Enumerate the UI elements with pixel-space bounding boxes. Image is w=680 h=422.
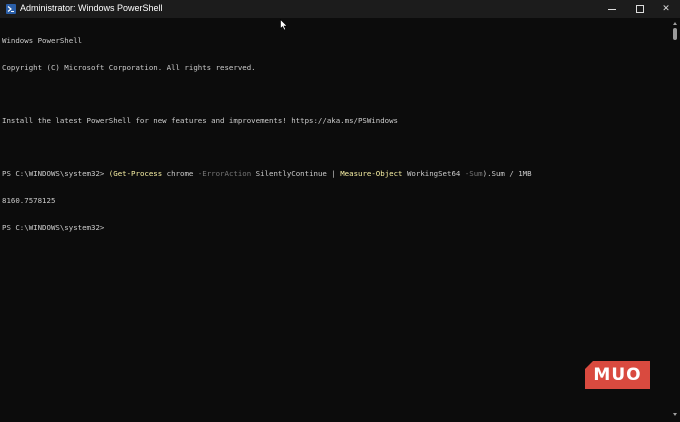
close-button[interactable]: ✕	[651, 0, 680, 18]
window-title: Administrator: Windows PowerShell	[20, 3, 163, 13]
header-line: Windows PowerShell	[2, 35, 83, 45]
cmd-argument: WorkingSet64	[402, 169, 465, 179]
cmd-suffix: ).Sum / 1MB	[482, 169, 532, 179]
scroll-down-icon[interactable]	[673, 413, 677, 416]
cmd-measure-object: Measure-Object	[335, 169, 403, 179]
powershell-window: Administrator: Windows PowerShell ✕ Wind…	[0, 0, 680, 422]
vertical-scrollbar[interactable]	[670, 19, 680, 422]
muo-watermark-logo: MUO	[585, 361, 650, 389]
prompt-text: PS C:\WINDOWS\system32>	[2, 169, 109, 179]
close-icon: ✕	[662, 3, 670, 14]
command-line: PS C:\WINDOWS\system32> (Get-Process chr…	[2, 169, 668, 179]
mouse-cursor-icon	[280, 16, 288, 31]
output-line: 8160.7578125	[2, 196, 56, 206]
minimize-button[interactable]	[597, 0, 627, 18]
cmd-parameter: -ErrorAction	[197, 169, 252, 179]
cmd-argument: SilentlyContinue	[251, 169, 332, 179]
copyright-line: Copyright (C) Microsoft Corporation. All…	[2, 62, 256, 72]
scroll-up-icon[interactable]	[673, 22, 677, 25]
cmd-argument: chrome	[162, 169, 198, 179]
scrollbar-thumb[interactable]	[673, 28, 677, 40]
prompt-line[interactable]: PS C:\WINDOWS\system32>	[2, 223, 668, 233]
install-line: Install the latest PowerShell for new fe…	[2, 115, 399, 125]
powershell-icon	[6, 4, 16, 14]
console-output[interactable]: Windows PowerShell Copyright (C) Microso…	[2, 19, 668, 419]
title-bar[interactable]: Administrator: Windows PowerShell ✕	[0, 0, 680, 18]
minimize-icon	[608, 8, 616, 10]
cmd-get-process: (Get-Process	[108, 169, 163, 179]
watermark-text: MUO	[593, 365, 642, 385]
cmd-parameter: -Sum	[464, 169, 483, 179]
maximize-icon	[636, 5, 644, 13]
